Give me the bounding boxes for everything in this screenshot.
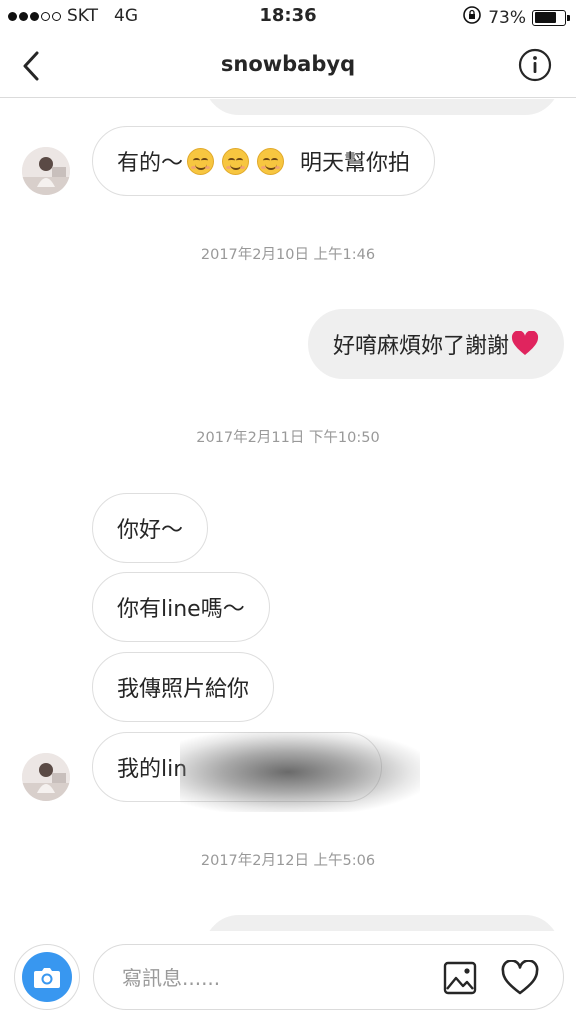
- gallery-button[interactable]: [443, 961, 477, 995]
- message-input[interactable]: [122, 961, 422, 995]
- message-text: 好唷麻煩妳了謝謝: [332, 334, 509, 359]
- heart-icon: [501, 959, 539, 995]
- relieved-face-emoji: [257, 147, 285, 175]
- avatar-photo: [22, 147, 70, 195]
- timestamp: 2017年2月11日 下午10:50: [196, 430, 380, 446]
- message-text: 有的～: [117, 151, 184, 176]
- image-gallery-icon: [443, 961, 477, 995]
- message-bubble-partial-bottom[interactable]: [204, 915, 560, 931]
- like-heart-button[interactable]: [501, 959, 539, 996]
- battery-fill: [534, 12, 556, 23]
- timestamp: 2017年2月10日 上午1:46: [200, 247, 376, 263]
- red-heart-emoji: [511, 331, 539, 355]
- message-bubble-received[interactable]: 有的～ 明天幫你拍: [92, 126, 436, 196]
- redaction-scribble: [180, 732, 420, 812]
- camera-button[interactable]: [14, 944, 80, 1010]
- relieved-face-emoji: [222, 147, 250, 175]
- message-thread[interactable]: 有的～ 明天幫你拍 2017年2月10日 上午1:46 好唷麻煩妳了謝謝 201…: [0, 99, 576, 931]
- camera-icon: [34, 968, 60, 988]
- avatar-photo: [22, 753, 70, 801]
- message-bubble-received[interactable]: 我傳照片給你: [92, 652, 275, 722]
- message-text: 我的lin: [117, 757, 188, 782]
- rotation-lock-icon: [462, 5, 482, 30]
- timestamp: 2017年2月12日 上午5:06: [200, 853, 376, 869]
- message-input-bar: [0, 931, 576, 1024]
- message-text: 我傳照片給你: [117, 677, 250, 702]
- message-text: 你有line嗎～: [117, 597, 245, 622]
- message-text: 你好～: [117, 518, 184, 543]
- battery-percent: 73%: [488, 7, 526, 28]
- status-right: 73%: [462, 5, 570, 30]
- back-button[interactable]: [18, 48, 48, 84]
- info-button[interactable]: [518, 48, 552, 82]
- info-icon: [518, 48, 552, 82]
- chevron-left-icon: [23, 51, 39, 81]
- conversation-header: snowbabyq: [0, 34, 576, 98]
- message-bubble-sent[interactable]: 好唷麻煩妳了謝謝: [307, 309, 564, 379]
- camera-button-fill: [22, 952, 72, 1002]
- compose-box: [93, 944, 564, 1010]
- status-bar: SKT 4G 18:36 73%: [0, 0, 576, 34]
- message-bubble-partial-top[interactable]: [204, 99, 560, 115]
- battery-icon: [532, 9, 570, 26]
- relieved-face-emoji: [187, 147, 215, 175]
- avatar[interactable]: [22, 753, 70, 801]
- message-text-suffix: 明天幫你拍: [300, 151, 411, 176]
- message-bubble-received[interactable]: 你有line嗎～: [92, 572, 270, 642]
- conversation-title: snowbabyq: [220, 52, 356, 76]
- avatar[interactable]: [22, 147, 70, 195]
- message-bubble-received[interactable]: 你好～: [92, 493, 209, 563]
